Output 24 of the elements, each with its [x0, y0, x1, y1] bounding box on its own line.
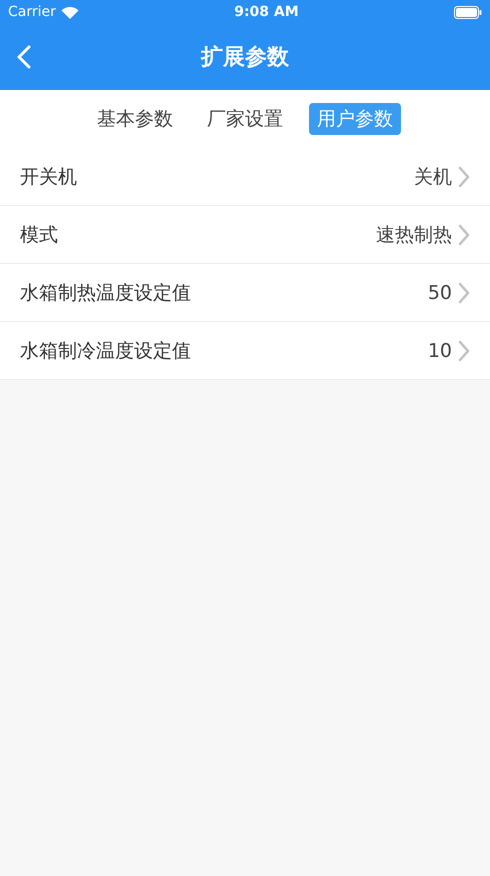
row-label: 模式 [20, 222, 58, 248]
settings-row[interactable]: 开关机 关机 [0, 148, 490, 206]
row-value: 50 [428, 282, 452, 304]
settings-row[interactable]: 水箱制冷温度设定值 10 [0, 322, 490, 380]
tab[interactable]: 厂家设置 [199, 103, 291, 135]
row-label: 水箱制冷温度设定值 [20, 338, 191, 364]
settings-row[interactable]: 模式 速热制热 [0, 206, 490, 264]
row-value: 关机 [414, 164, 452, 190]
row-value: 10 [428, 340, 452, 362]
settings-row[interactable]: 水箱制热温度设定值 50 [0, 264, 490, 322]
row-label: 水箱制热温度设定值 [20, 280, 191, 306]
page-title: 扩展参数 [201, 44, 289, 72]
row-value: 速热制热 [376, 222, 452, 248]
carrier-name: Carrier [8, 4, 56, 20]
row-label: 开关机 [20, 164, 77, 190]
battery-icon [454, 6, 482, 18]
wifi-icon [60, 6, 79, 18]
chevron-icon [458, 166, 470, 188]
back-button[interactable] [16, 45, 32, 69]
chevron-icon [458, 224, 470, 246]
tab[interactable]: 基本参数 [89, 103, 181, 135]
status-time: 9:08 AM [234, 4, 299, 20]
chevron-icon [458, 340, 470, 362]
chevron-icon [458, 282, 470, 304]
